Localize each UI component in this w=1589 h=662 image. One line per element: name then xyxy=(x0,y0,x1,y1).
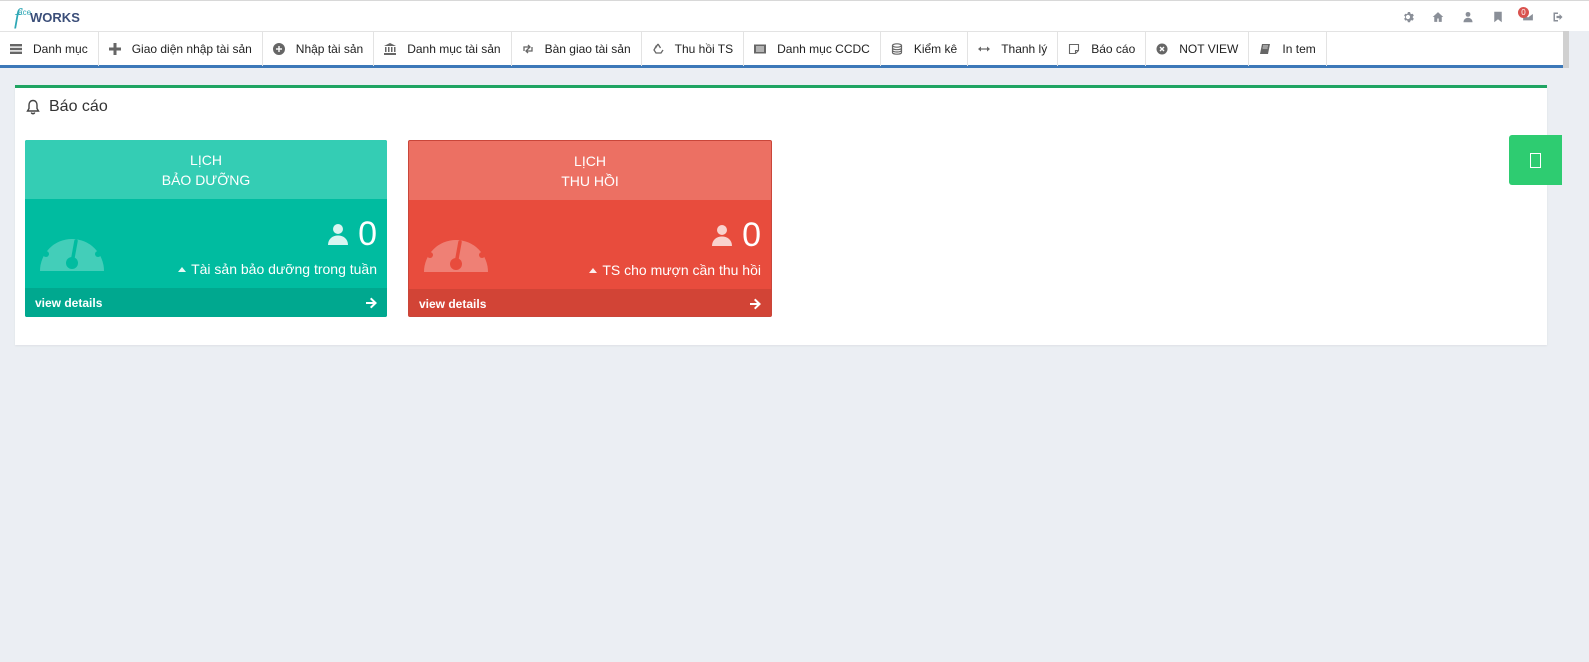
user-icon[interactable] xyxy=(1453,9,1483,25)
main-nav: Danh mục Giao diện nhập tài sản Nhập tài… xyxy=(0,31,1563,68)
side-toggle-button[interactable] xyxy=(1509,135,1562,185)
nav-scrollbar[interactable] xyxy=(1563,31,1569,68)
nav-item-danh-muc-ccdc[interactable]: Danh mục CCDC xyxy=(744,32,881,66)
nav-item-label: In tem xyxy=(1282,42,1316,56)
user-icon xyxy=(328,224,349,245)
card-title-line1: LỊCH xyxy=(190,151,222,168)
panel-title: Báo cáo xyxy=(25,98,108,116)
caret-up-icon xyxy=(178,266,187,272)
view-details-label: view details xyxy=(35,295,103,310)
nav-item-label: Bàn giao tài sản xyxy=(544,42,631,56)
database-icon xyxy=(891,43,903,55)
retweet-icon xyxy=(522,43,534,55)
card-header: LỊCH BẢO DƯỠNG xyxy=(25,140,387,199)
top-bar: f ace WORKS 0 xyxy=(0,0,1589,31)
count-wrap: 0 xyxy=(712,217,761,253)
bookmark-icon[interactable] xyxy=(1483,9,1513,25)
card-subtext: Tài sản bảo dưỡng trong tuần xyxy=(178,261,377,277)
card-subtext-label: Tài sản bảo dưỡng trong tuần xyxy=(191,261,377,277)
nav-item-label: Danh mục CCDC xyxy=(777,42,870,56)
card-subtext-label: TS cho mượn cần thu hồi xyxy=(602,262,761,278)
nav-item-thu-hoi[interactable]: Thu hồi TS xyxy=(642,32,745,66)
nav-item-bao-cao[interactable]: Báo cáo xyxy=(1058,32,1147,66)
count-wrap: 0 xyxy=(328,216,377,252)
mail-badge: 0 xyxy=(1518,7,1529,18)
menu-icon xyxy=(10,43,22,55)
view-details-label: view details xyxy=(419,296,487,311)
card-body: 0 Tài sản bảo dưỡng trong tuần xyxy=(25,199,387,288)
nav-item-label: Giao diện nhập tài sản xyxy=(131,42,252,56)
card-header: LỊCH THU HỒI xyxy=(409,141,771,200)
card-subtext: TS cho mượn cần thu hồi xyxy=(589,262,761,278)
user-icon xyxy=(712,225,733,246)
nav-item-in-tem[interactable]: In tem xyxy=(1249,32,1327,66)
arrow-right-icon xyxy=(750,298,761,309)
nav-item-kiem-ke[interactable]: Kiểm kê xyxy=(881,32,969,66)
list-icon xyxy=(754,43,767,55)
nav-item-label: Nhập tài sản xyxy=(295,42,364,56)
card-thu-hoi: LỊCH THU HỒI 0 TS cho mượn cần thu hồi v… xyxy=(408,140,772,317)
nav-item-ban-giao[interactable]: Bàn giao tài sản xyxy=(512,32,642,66)
nav-item-label: Danh mục xyxy=(33,42,88,56)
logo-ace: ace xyxy=(18,8,32,17)
plus-icon xyxy=(108,43,121,55)
top-icons: 0 xyxy=(1393,7,1573,25)
close-circle-icon xyxy=(1156,43,1168,55)
nav-item-label: Thu hồi TS xyxy=(674,42,734,56)
nav-item-danh-muc[interactable]: Danh mục xyxy=(0,32,99,66)
note-icon xyxy=(1068,43,1080,55)
arrows-h-icon xyxy=(978,43,991,55)
nav-item-label: Kiểm kê xyxy=(913,42,958,56)
home-icon[interactable] xyxy=(1423,9,1453,25)
plus-circle-icon xyxy=(272,43,285,55)
caret-up-icon xyxy=(589,267,598,273)
card-bao-duong: LỊCH BẢO DƯỠNG 0 Tài sản bảo dưỡng trong… xyxy=(25,140,387,317)
logo-works: WORKS xyxy=(30,10,80,25)
card-title-line2: BẢO DƯỠNG xyxy=(161,171,251,188)
report-panel: Báo cáo LỊCH BẢO DƯỠNG 0 Tài sản bảo dưỡ… xyxy=(15,85,1547,345)
panel-icon xyxy=(1530,152,1541,168)
mail-icon[interactable]: 0 xyxy=(1513,7,1543,25)
logout-icon[interactable] xyxy=(1543,9,1573,25)
bank-icon xyxy=(384,43,397,55)
card-title-line2: THU HỒI xyxy=(561,172,619,189)
nav-item-label: Danh mục tài sản xyxy=(407,42,501,56)
view-details-link[interactable]: view details xyxy=(409,289,771,316)
nav-item-thanh-ly[interactable]: Thanh lý xyxy=(968,32,1059,66)
dashboard-gauge-icon xyxy=(40,227,104,271)
app-logo[interactable]: f ace WORKS xyxy=(14,4,80,28)
bell-icon xyxy=(26,99,40,115)
view-details-link[interactable]: view details xyxy=(25,288,387,317)
arrow-right-icon xyxy=(366,297,377,308)
card-count: 0 xyxy=(358,215,377,253)
book-icon xyxy=(1259,43,1271,55)
recycle-icon xyxy=(652,43,664,55)
nav-item-nhap-tai-san[interactable]: Nhập tài sản xyxy=(263,32,375,66)
card-title-line1: LỊCH xyxy=(574,152,606,169)
gear-icon[interactable] xyxy=(1393,9,1423,25)
card-body: 0 TS cho mượn cần thu hồi xyxy=(409,200,771,289)
nav-item-label: Báo cáo xyxy=(1091,42,1136,56)
nav-item-danh-muc-tai-san[interactable]: Danh mục tài sản xyxy=(374,32,512,66)
nav-item-label: Thanh lý xyxy=(1001,42,1048,56)
nav-item-label: NOT VIEW xyxy=(1179,42,1239,56)
card-count: 0 xyxy=(742,216,761,254)
nav-item-not-view[interactable]: NOT VIEW xyxy=(1146,32,1250,66)
dashboard-gauge-icon xyxy=(424,228,488,272)
panel-title-text: Báo cáo xyxy=(49,98,108,115)
nav-item-giao-dien-nhap[interactable]: Giao diện nhập tài sản xyxy=(99,32,263,66)
